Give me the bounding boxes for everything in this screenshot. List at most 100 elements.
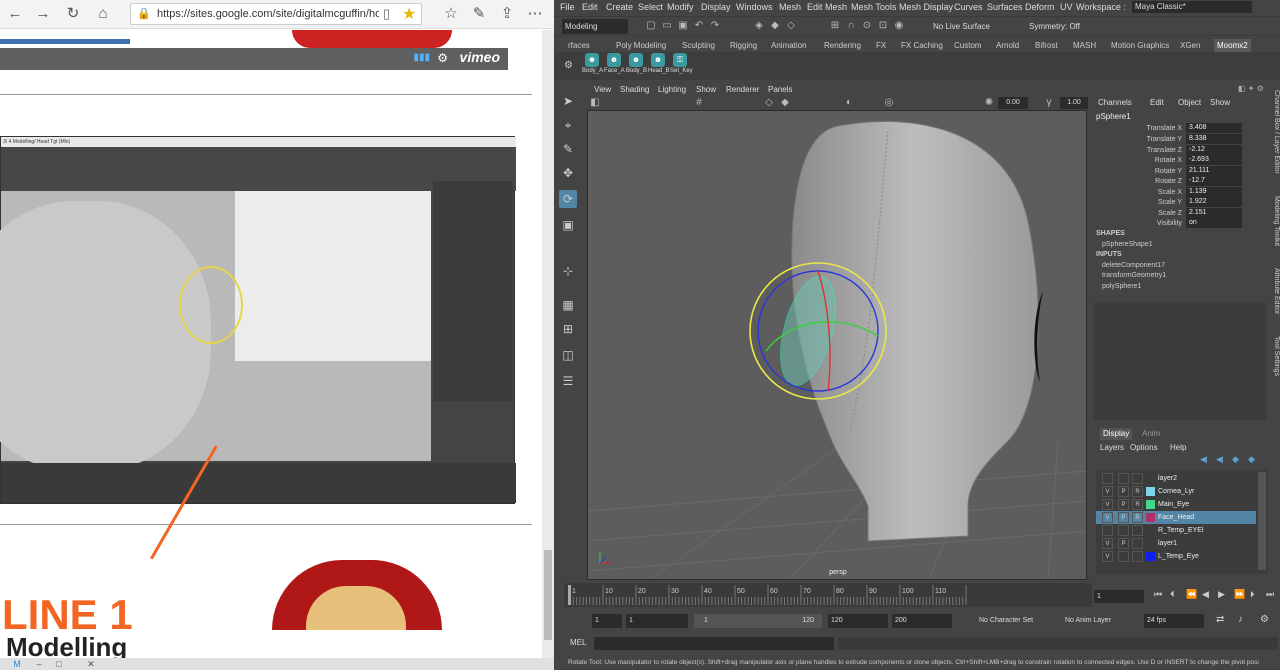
favorite-star-icon[interactable]: ★	[402, 4, 416, 24]
layer-playback[interactable]: P	[1118, 538, 1129, 549]
smooth-shade-icon[interactable]: ◆	[780, 97, 790, 109]
menu-uv[interactable]: UV	[1060, 0, 1073, 14]
scene-start-field[interactable]: 1	[592, 614, 622, 628]
layer-playback[interactable]: P	[1118, 499, 1129, 510]
input-node[interactable]: deleteComponent17	[1102, 262, 1165, 269]
layer-menu-options[interactable]: Options	[1130, 442, 1158, 453]
range-slider[interactable]: 1 120	[694, 614, 822, 628]
shelf-tab-bifrost[interactable]: Bifrost	[1035, 39, 1058, 52]
select-object-icon[interactable]: ◆	[770, 20, 780, 32]
layer-color-swatch[interactable]	[1146, 487, 1155, 496]
shadows-icon[interactable]: ◐	[844, 97, 854, 109]
layer-name[interactable]: Cornea_Lyr	[1158, 485, 1194, 498]
audio-icon[interactable]: ♪	[1238, 614, 1243, 625]
minimize-icon[interactable]: –	[34, 659, 44, 669]
menu-display[interactable]: Display	[701, 0, 731, 14]
perspective-viewport[interactable]: persp	[587, 110, 1087, 580]
channel-value[interactable]: 8.338	[1186, 134, 1242, 144]
isolate-icon[interactable]: ◎	[884, 97, 894, 109]
move-tool-icon[interactable]: ✥	[559, 164, 577, 182]
snap-point-icon[interactable]: ⊙	[862, 20, 872, 32]
single-perspective-icon[interactable]: ▦	[559, 296, 577, 314]
side-tab-modeling-toolkit[interactable]: Modeling Toolkit	[1268, 196, 1280, 246]
close-icon[interactable]: ✕	[86, 659, 96, 669]
volume-icon[interactable]: ▮▮▮	[413, 52, 430, 63]
layer-visibility[interactable]: V	[1102, 512, 1113, 523]
layer-name[interactable]: R_Temp_EYEl	[1158, 524, 1204, 537]
shelf-button-head-b[interactable]: ☻ Head_B	[648, 53, 670, 79]
shelf-tab-custom[interactable]: Custom	[954, 39, 982, 52]
new-scene-icon[interactable]: ▢	[646, 20, 656, 32]
shape-node[interactable]: pSphereShape1	[1102, 241, 1153, 248]
time-slider[interactable]: 1 10 20 30 40 50 60 70 80 90 100 110	[564, 583, 1092, 607]
command-input[interactable]	[594, 637, 834, 650]
maya-task-icon[interactable]: M	[12, 659, 22, 669]
forward-icon[interactable]: →	[32, 4, 54, 24]
snap-surface-icon[interactable]: ◉	[894, 20, 904, 32]
layer-row[interactable]: V P R Main_Eye	[1096, 498, 1256, 511]
select-tool-icon[interactable]: ➤	[559, 92, 577, 110]
side-tab-tool-settings[interactable]: Tool Settings	[1268, 336, 1280, 376]
step-back-icon[interactable]: ⏴	[1170, 589, 1175, 600]
shelf-tab-fx[interactable]: FX	[876, 39, 886, 52]
panel-menu-panels[interactable]: Panels	[768, 84, 792, 96]
exposure-field[interactable]: 0.00	[998, 97, 1028, 109]
menu-select[interactable]: Select	[638, 0, 663, 14]
layer-reference[interactable]: R	[1132, 512, 1143, 523]
loop-icon[interactable]: ⇄	[1216, 614, 1224, 625]
exposure-icon[interactable]: ✺	[984, 97, 994, 109]
current-frame-field[interactable]: 1	[1094, 590, 1144, 603]
layer-visibility[interactable]: V	[1102, 486, 1113, 497]
menu-edit[interactable]: Edit	[582, 0, 598, 14]
address-bar[interactable]: 🔒 https://sites.google.com/site/digitalm…	[130, 3, 422, 25]
layer-name[interactable]: layer2	[1158, 472, 1177, 485]
layer-playback[interactable]: P	[1118, 512, 1129, 523]
channel-row[interactable]: Visibility on	[1094, 218, 1264, 229]
channel-value[interactable]: -12.7	[1186, 176, 1242, 186]
fps-dropdown[interactable]: 24 fps	[1144, 614, 1204, 628]
layer-tab-display[interactable]: Display	[1100, 428, 1133, 440]
step-forward-icon[interactable]: ⏵	[1250, 589, 1255, 600]
channel-value[interactable]: 21.111	[1186, 166, 1242, 176]
layer-playback[interactable]	[1118, 473, 1129, 484]
layer-row[interactable]: V L_Temp_Eye	[1096, 550, 1256, 563]
panel-menu-lighting[interactable]: Lighting	[658, 84, 686, 96]
input-node[interactable]: polySphere1	[1102, 283, 1141, 290]
shelf-tab-poly-modeling[interactable]: Poly Modeling	[616, 39, 666, 52]
channel-value[interactable]: 3.408	[1186, 123, 1242, 133]
playback-start-field[interactable]: 1	[626, 614, 688, 628]
layer-visibility[interactable]	[1102, 473, 1113, 484]
cb-menu-channels[interactable]: Channels	[1098, 96, 1132, 110]
layer-reference[interactable]	[1132, 538, 1143, 549]
menu-edit-mesh[interactable]: Edit Mesh	[807, 0, 847, 14]
layer-reference[interactable]	[1132, 473, 1143, 484]
character-set-dropdown[interactable]: No Character Set	[976, 614, 1054, 628]
home-icon[interactable]: ⌂	[92, 4, 114, 24]
layer-row[interactable]: R_Temp_EYEl	[1096, 524, 1256, 537]
layer-visibility[interactable]: V	[1102, 551, 1113, 562]
layer-color-swatch[interactable]	[1146, 500, 1155, 509]
select-component-icon[interactable]: ◇	[786, 20, 796, 32]
shelf-tab-fx-caching[interactable]: FX Caching	[901, 39, 943, 52]
input-node[interactable]: transformGeometry1	[1102, 272, 1166, 279]
scene-end-field[interactable]: 200	[892, 614, 952, 628]
menuset-dropdown[interactable]: Modeling	[562, 19, 628, 34]
channel-row[interactable]: Scale Y 1.922	[1094, 197, 1264, 208]
layer-row-selected[interactable]: V P R Face_Head	[1096, 511, 1256, 524]
menu-deform[interactable]: Deform	[1025, 0, 1055, 14]
shelf-tab-rendering[interactable]: Rendering	[824, 39, 861, 52]
layer-color-swatch[interactable]	[1146, 513, 1155, 522]
layer-reference[interactable]: R	[1132, 499, 1143, 510]
layer-row[interactable]: V P layer1	[1096, 537, 1256, 550]
undo-icon[interactable]: ↶	[694, 20, 704, 32]
shelf-tab-arnold[interactable]: Arnold	[996, 39, 1019, 52]
new-layer-selected-icon[interactable]: ◆	[1248, 454, 1255, 465]
step-back-key-icon[interactable]: ⏪	[1186, 589, 1197, 600]
new-layer-icon[interactable]: ◆	[1232, 454, 1239, 465]
shelf-button-face-a[interactable]: ☻ Face_A	[604, 53, 625, 79]
gamma-field[interactable]: 1.00	[1060, 97, 1088, 109]
shelf-settings-icon[interactable]: ⚙	[564, 60, 573, 71]
shelf-tab-xgen[interactable]: XGen	[1180, 39, 1200, 52]
menu-mesh-tools[interactable]: Mesh Tools	[851, 0, 896, 14]
channel-value[interactable]: on	[1186, 218, 1242, 228]
